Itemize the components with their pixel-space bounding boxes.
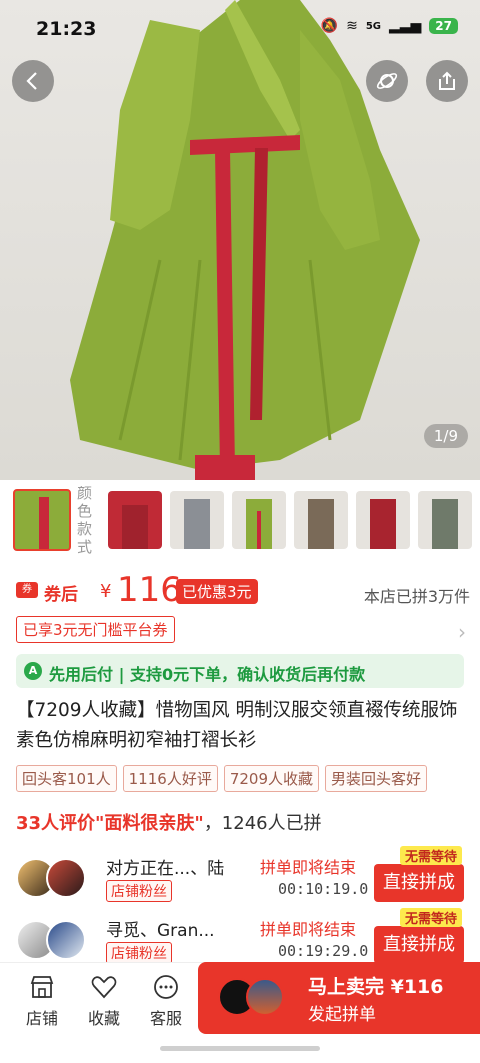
coupon-icon: 券 [16, 582, 38, 598]
platform-coupon[interactable]: 已享3元无门槛平台券 [16, 616, 175, 643]
signal-icon: ▂▃▅ [388, 18, 422, 34]
favorite-tab[interactable]: 收藏 [78, 973, 130, 1029]
variant-thumb[interactable] [294, 491, 348, 549]
no-wait-tag: 无需等待 [399, 908, 462, 927]
currency-symbol: ¥ [100, 581, 112, 602]
group-name: 寻觅、Gran... [106, 921, 215, 941]
avatar [46, 858, 86, 898]
product-title: 【7209人收藏】惜物国风 明制汉服交领直裰传统服饰素色仿棉麻明初窄袖打褶长衫 [16, 700, 458, 751]
status-icons: 🔕 ≋ 5G ▂▃▅ 27 [321, 18, 458, 34]
avatar-stack [16, 920, 106, 964]
group-name: 对方正在...、陆 [106, 859, 225, 879]
fan-badge: 店铺粉丝 [106, 942, 172, 964]
review-summary[interactable]: 33人评价"面料很亲肤"，1246人已拼 [16, 809, 322, 835]
favorite-label: 收藏 [87, 1009, 120, 1028]
start-group-buy-button[interactable]: 马上卖完 ¥116 发起拼单 [198, 962, 480, 1034]
variant-thumb-selected[interactable] [13, 489, 71, 551]
status-time: 21:23 [36, 18, 97, 40]
price-row: 券 券后 ¥ 116 已优惠3元 本店已拼3万件 [16, 570, 470, 612]
group-timer: 00:19:29.0 [278, 942, 369, 960]
image-pager: 1/9 [423, 424, 468, 448]
pay-later-text: 先用后付 | 支持0元下单，确认收货后再付款 [49, 665, 366, 684]
buy-price-line: 马上卖完 ¥116 [308, 976, 444, 998]
buy-action-line: 发起拼单 [308, 1005, 376, 1025]
group-buy-row: 对方正在...、陆 店铺粉丝 拼单即将结束 00:10:19.0 无需等待 直接… [16, 846, 464, 908]
variant-thumb[interactable] [232, 491, 286, 549]
variant-thumb[interactable] [418, 491, 472, 549]
review-highlight: 33人评价"面料很亲肤" [16, 813, 204, 834]
tag[interactable]: 7209人收藏 [223, 765, 320, 792]
variant-thumb[interactable] [170, 491, 224, 549]
network-label: 5G [365, 20, 381, 32]
share-button[interactable] [426, 60, 468, 102]
buyer-avatars [218, 978, 298, 1018]
fan-badge: 店铺粉丝 [106, 880, 172, 902]
tag[interactable]: 回头客101人 [16, 765, 117, 792]
avatar [246, 978, 284, 1016]
heart-icon [91, 976, 117, 999]
home-indicator [160, 1046, 320, 1051]
chevron-right-icon[interactable]: › [458, 620, 466, 644]
no-wait-tag: 无需等待 [399, 846, 462, 865]
group-timer: 00:10:19.0 [278, 880, 369, 898]
variant-label-style: 款式 [77, 520, 93, 554]
product-tags: 回头客101人 1116人好评 7209人收藏 男装回头客好 [16, 765, 480, 792]
join-group-button[interactable]: 直接拼成 [374, 926, 464, 964]
price-amount: 116 [117, 570, 182, 610]
tag[interactable]: 1116人好评 [122, 765, 218, 792]
pay-later-banner[interactable]: A 先用后付 | 支持0元下单，确认收货后再付款 [16, 654, 464, 688]
store-label: 店铺 [25, 1009, 58, 1028]
ai-assistant-button[interactable] [366, 60, 408, 102]
group-ending-label: 拼单即将结束 [260, 858, 357, 877]
mute-icon: 🔕 [320, 18, 339, 34]
avatar [46, 920, 86, 960]
review-rest: ，1246人已拼 [203, 813, 322, 834]
share-icon [439, 71, 455, 90]
variant-label-color: 颜色 [77, 486, 93, 520]
variant-thumb[interactable] [356, 491, 410, 549]
discount-badge: 已优惠3元 [176, 579, 258, 604]
store-sold-count: 本店已拼3万件 [363, 587, 470, 606]
product-image[interactable] [0, 0, 480, 480]
back-button[interactable] [12, 60, 54, 102]
sparkle-planet-icon [376, 73, 398, 89]
variant-thumb[interactable] [108, 491, 162, 549]
chat-icon [154, 975, 178, 999]
status-bar: 21:23 🔕 ≋ 5G ▂▃▅ 27 [0, 0, 480, 52]
store-icon [30, 976, 54, 998]
after-coupon-label: 券后 [44, 585, 78, 605]
tag[interactable]: 男装回头客好 [325, 765, 428, 792]
pay-later-icon: A [24, 662, 42, 680]
service-tab[interactable]: 客服 [140, 973, 192, 1029]
service-label: 客服 [149, 1009, 182, 1028]
join-group-button[interactable]: 直接拼成 [374, 864, 464, 902]
variant-label: 颜色 款式 [77, 486, 100, 554]
back-arrow-icon [26, 72, 37, 90]
group-ending-label: 拼单即将结束 [260, 920, 357, 939]
variant-thumbnails: 颜色 款式 [0, 486, 480, 554]
battery-indicator: 27 [429, 18, 458, 34]
robe-illustration [70, 0, 420, 480]
avatar-stack [16, 858, 106, 902]
store-tab[interactable]: 店铺 [16, 973, 68, 1029]
wifi-icon: ≋ [346, 18, 358, 34]
